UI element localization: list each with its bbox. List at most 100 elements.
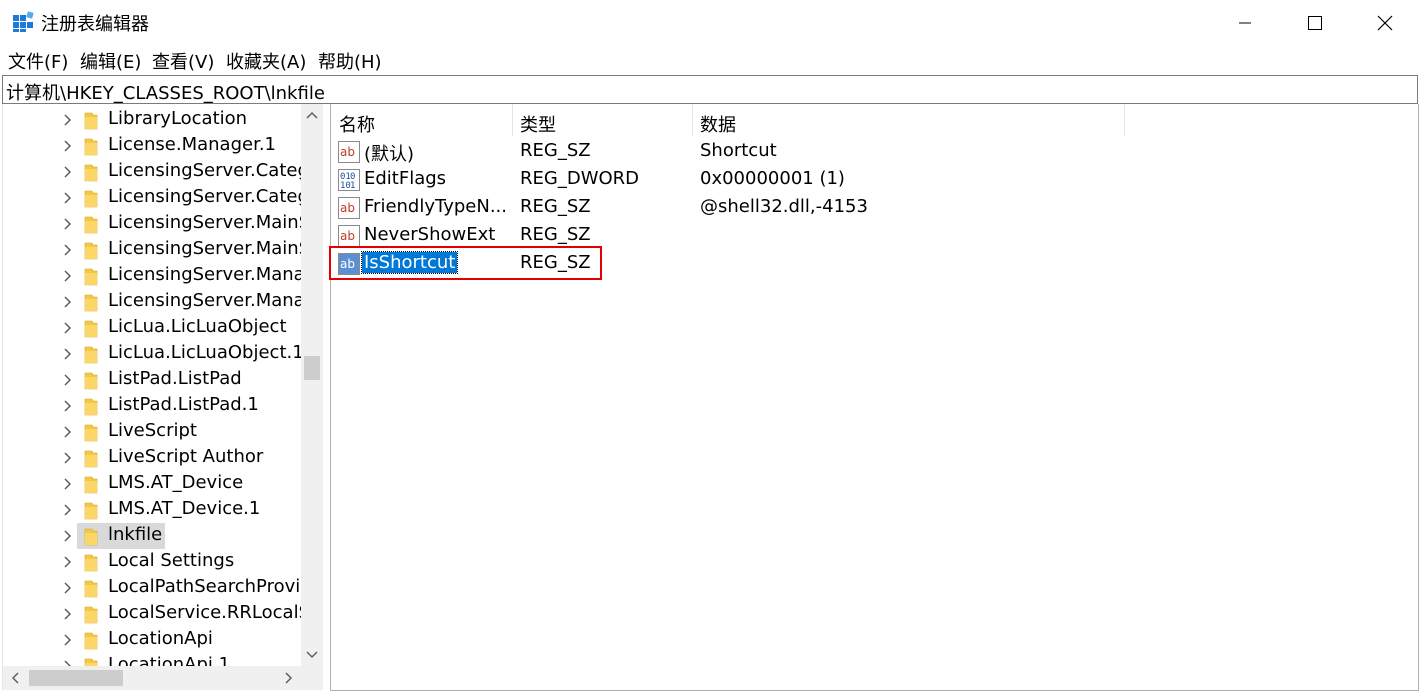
chevron-right-icon[interactable] (61, 139, 75, 153)
menu-view[interactable]: 查看(V) (152, 48, 214, 74)
chevron-right-icon[interactable] (61, 451, 75, 465)
tree-horizontal-scrollbar[interactable] (3, 666, 301, 690)
annotation-highlight-box (329, 246, 602, 280)
tree-item-label: LicensingServer.Manag (108, 290, 317, 311)
value-data: 0x00000001 (1) (700, 168, 845, 189)
tree-item[interactable]: LicLua.LicLuaObject.16 (3, 341, 315, 367)
tree-item[interactable]: LocalPathSearchProvid (3, 575, 312, 601)
scroll-up-button[interactable] (301, 104, 323, 126)
column-header-type[interactable]: 类型 (512, 104, 692, 136)
tree-item[interactable]: LiveScript (3, 419, 303, 445)
value-data: @shell32.dll,-4153 (700, 196, 868, 217)
scroll-right-button[interactable] (277, 666, 301, 690)
chevron-right-icon[interactable] (61, 321, 75, 335)
values-list-pane: 名称 类型 数据 ab (默认) REG_SZ Shortcut 01 10 0 1 EditF… (330, 104, 1419, 691)
tree-item[interactable]: LMS.AT_Device (3, 471, 303, 497)
tree-item[interactable]: lnkfile (3, 523, 303, 549)
tree-item-label: LicensingServer.MainS (108, 212, 311, 233)
column-divider[interactable] (1124, 104, 1125, 136)
tree-item[interactable]: LibraryLocation (3, 107, 303, 133)
folder-icon (84, 502, 98, 520)
tree-item-label: LocalService.RRLocalSe (108, 602, 322, 623)
chevron-right-icon[interactable] (61, 529, 75, 543)
tree-item[interactable]: LocalService.RRLocalSe (3, 601, 321, 627)
scroll-left-button[interactable] (3, 666, 27, 690)
value-name: EditFlags (364, 168, 447, 189)
folder-icon (84, 372, 98, 390)
tree-item[interactable]: LicLua.LicLuaObject (3, 315, 303, 341)
chevron-right-icon[interactable] (61, 477, 75, 491)
chevron-right-icon[interactable] (61, 399, 75, 413)
tree-item-label: LibraryLocation (108, 108, 248, 129)
chevron-right-icon[interactable] (61, 217, 75, 231)
chevron-right-icon[interactable] (61, 425, 75, 439)
menu-favorites[interactable]: 收藏夹(A) (226, 48, 306, 74)
chevron-right-icon[interactable] (61, 373, 75, 387)
folder-icon (84, 346, 98, 364)
close-button[interactable] (1350, 0, 1420, 46)
chevron-right-icon[interactable] (61, 347, 75, 361)
tree-vertical-scrollbar[interactable] (301, 104, 323, 666)
tree-item[interactable]: LicensingServer.Manag (3, 289, 316, 315)
key-tree-pane: LibraryLocation License.Manager.1 Licensin… (2, 104, 323, 690)
folder-icon (84, 450, 98, 468)
menu-file[interactable]: 文件(F) (8, 48, 68, 74)
value-type: REG_SZ (520, 196, 591, 217)
tree-item[interactable]: LocationApi (3, 627, 303, 653)
chevron-right-icon[interactable] (61, 165, 75, 179)
chevron-right-icon[interactable] (61, 555, 75, 569)
value-row[interactable]: ab (默认) REG_SZ Shortcut (331, 138, 1418, 166)
maximize-button[interactable] (1280, 0, 1350, 46)
value-name: (默认) (364, 144, 415, 165)
value-row[interactable]: ab FriendlyTypeN... REG_SZ @shell32.dll,-41… (331, 194, 1418, 222)
tree-item[interactable]: LMS.AT_Device.1 (3, 497, 303, 523)
folder-icon (84, 398, 98, 416)
string-value-icon: ab (338, 141, 360, 163)
tree-item[interactable]: LiveScript Author (3, 445, 303, 471)
horizontal-scroll-thumb[interactable] (29, 670, 123, 686)
column-header-data[interactable]: 数据 (692, 104, 1124, 136)
address-bar[interactable]: 计算机\HKEY_CLASSES_ROOT\lnkfile (2, 75, 1418, 104)
tree-item[interactable]: License.Manager.1 (3, 133, 303, 159)
chevron-right-icon[interactable] (61, 581, 75, 595)
tree-item[interactable]: LicensingServer.Catego (3, 159, 320, 185)
menu-edit[interactable]: 编辑(E) (80, 48, 141, 74)
chevron-right-icon[interactable] (61, 633, 75, 647)
tree-item[interactable]: LicensingServer.Catego (3, 185, 320, 211)
folder-icon (84, 242, 98, 260)
column-header-name[interactable]: 名称 (331, 104, 512, 136)
tree-item[interactable]: LicensingServer.MainS (3, 211, 310, 237)
chevron-right-icon[interactable] (61, 191, 75, 205)
value-type: REG_SZ (520, 140, 591, 161)
folder-icon (84, 554, 98, 572)
maximize-icon (1308, 16, 1322, 30)
menu-help[interactable]: 帮助(H) (318, 48, 382, 74)
tree-item[interactable]: LicensingServer.Manag (3, 263, 316, 289)
chevron-right-icon[interactable] (61, 243, 75, 257)
tree-item[interactable]: ListPad.ListPad.1 (3, 393, 303, 419)
tree-item[interactable]: ListPad.ListPad (3, 367, 303, 393)
tree-item[interactable]: Local Settings (3, 549, 303, 575)
tree-item[interactable]: LicensingServer.MainS (3, 237, 310, 263)
svg-text:1: 1 (350, 181, 355, 191)
chevron-right-icon[interactable] (61, 269, 75, 283)
chevron-right-icon[interactable] (61, 113, 75, 127)
scroll-down-button[interactable] (301, 644, 323, 666)
chevron-right-icon[interactable] (61, 503, 75, 517)
string-value-icon: ab (338, 225, 360, 247)
tree-item-label: LMS.AT_Device (108, 472, 244, 493)
chevron-up-icon (306, 111, 318, 119)
chevron-right-icon[interactable] (61, 295, 75, 309)
chevron-right-icon[interactable] (61, 607, 75, 621)
tree-item-label: LicensingServer.MainS (108, 238, 311, 259)
folder-icon (84, 294, 98, 312)
tree-item-label: LicensingServer.Catego (108, 186, 320, 207)
value-row[interactable]: 01 10 0 1 EditFlags REG_DWORD 0x00000001 (1) (331, 166, 1418, 194)
minimize-button[interactable] (1210, 0, 1280, 46)
folder-icon (84, 112, 98, 130)
folder-icon (84, 580, 98, 598)
scroll-thumb[interactable] (304, 356, 320, 380)
folder-icon (84, 320, 98, 338)
svg-text:ab: ab (340, 229, 355, 243)
pane-splitter[interactable] (323, 104, 330, 692)
